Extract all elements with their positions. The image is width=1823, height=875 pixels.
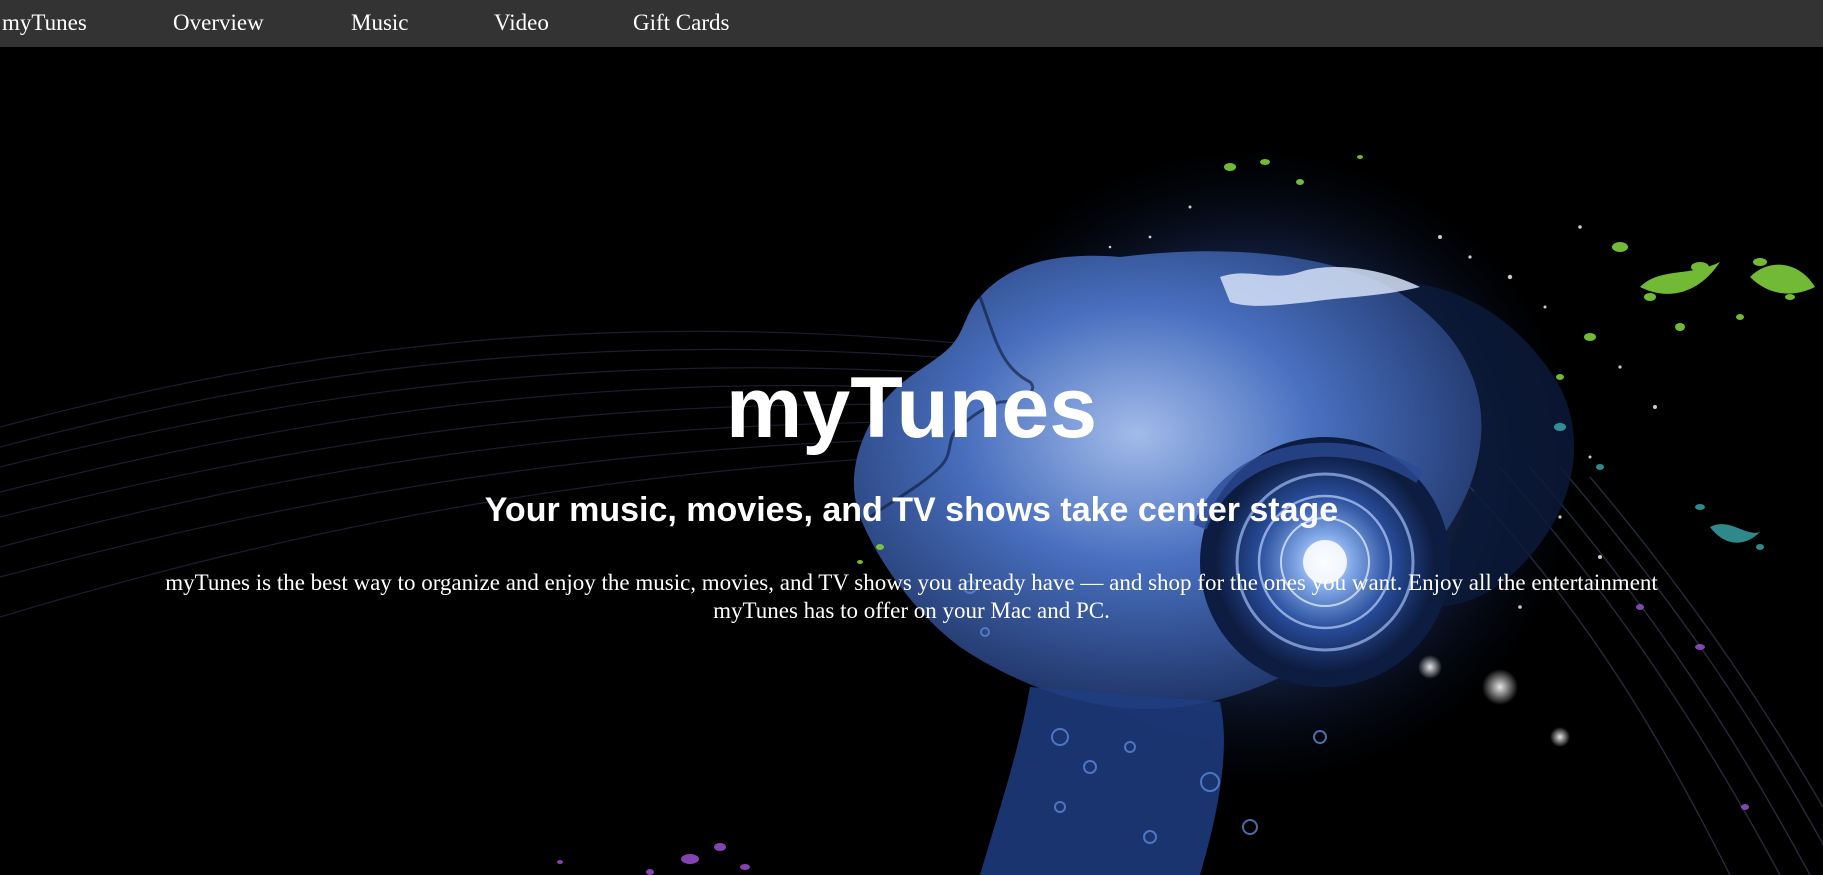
brand-link[interactable]: myTunes — [2, 0, 87, 47]
hero-background-image — [0, 147, 1823, 875]
nav-item-music[interactable]: Music — [351, 0, 409, 47]
top-navigation-bar: myTunes Overview Music Video Gift Cards — [0, 0, 1823, 47]
hero-section: myTunes Your music, movies, and TV shows… — [0, 47, 1823, 875]
hero-title: myTunes — [725, 360, 1098, 456]
nav-item-gift-cards[interactable]: Gift Cards — [633, 0, 729, 47]
hero-description: myTunes is the best way to organize and … — [165, 570, 1658, 623]
nav-item-video[interactable]: Video — [494, 0, 549, 47]
hero-subtitle: Your music, movies, and TV shows take ce… — [484, 491, 1339, 529]
headphone-speaker — [1193, 437, 1450, 687]
nav-item-overview[interactable]: Overview — [173, 0, 264, 47]
